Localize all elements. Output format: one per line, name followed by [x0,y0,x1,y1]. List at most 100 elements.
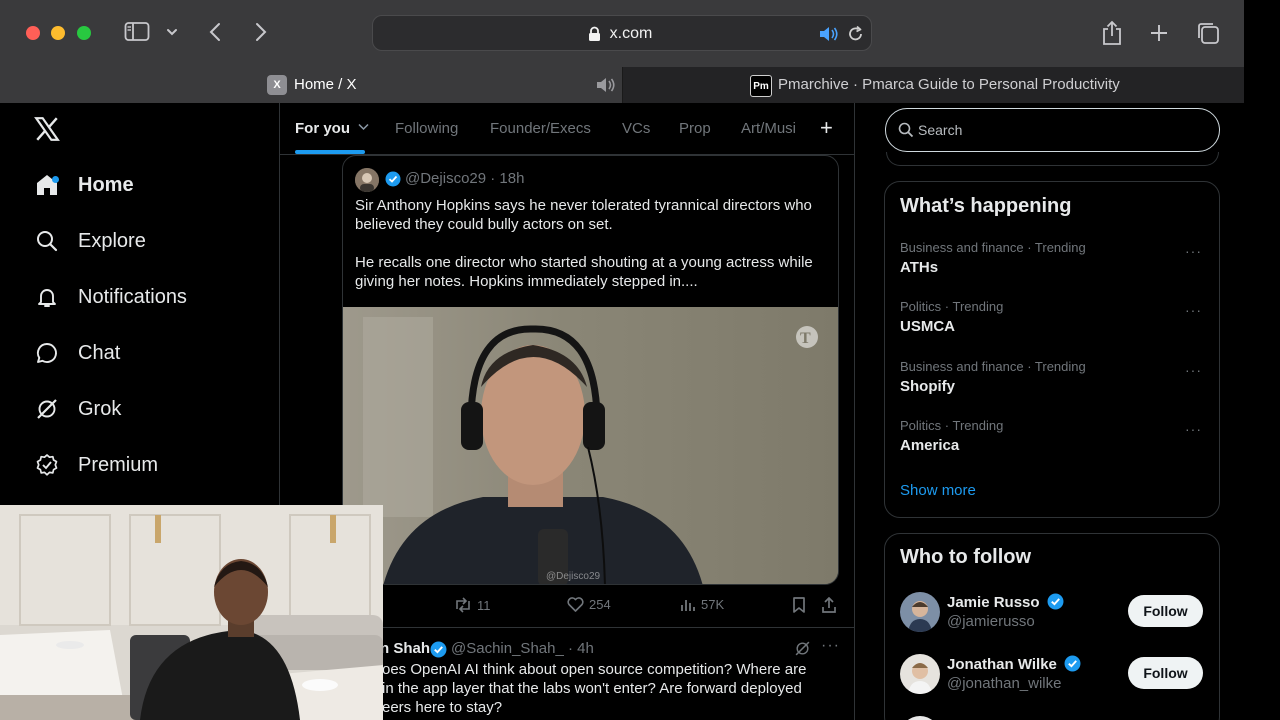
browser-chrome: x.com X Home / X Pm Pmarchive · Pmarca G… [0,0,1244,103]
who-to-follow-title: Who to follow [900,546,1032,568]
x-logo-icon[interactable] [34,116,60,147]
share-tweet-icon[interactable] [821,597,837,613]
svg-text:T: T [800,330,811,347]
tweet-paragraph: Sir Anthony Hopkins says he never tolera… [355,197,812,233]
more-options-icon[interactable]: ··· [1185,362,1202,378]
follow-name-text: Jamie Russo [947,594,1040,611]
more-options-icon[interactable]: ··· [821,637,840,655]
avatar[interactable] [900,592,940,632]
tab-audio-icon[interactable] [596,77,616,97]
avatar[interactable] [355,168,379,192]
verified-badge-icon [1064,655,1081,672]
trend-meta: Business and finance · Trending [900,359,1086,374]
tweet-handle-time[interactable]: @Sachin_Shah_ · 4h [451,640,594,657]
bell-icon [34,284,60,310]
video-frame: T [343,307,838,584]
grok-icon[interactable] [794,640,811,662]
tab-prop[interactable]: Prop [679,120,711,137]
more-options-icon[interactable]: ··· [1185,421,1202,437]
follow-handle: @jonathan_wilke [947,675,1062,692]
nav-grok[interactable]: Grok [34,389,121,429]
views-button[interactable]: 57K [680,597,724,612]
trending-card: What’s happening Business and finance · … [884,181,1220,518]
tab-title: Home / X [294,76,357,93]
chevron-down-icon[interactable] [165,25,179,39]
nav-chat[interactable]: Chat [34,333,120,373]
search-icon [898,122,914,143]
nav-label: Home [78,173,134,196]
bookmark-icon[interactable] [792,597,806,613]
forward-icon[interactable] [253,21,269,43]
more-options-icon[interactable]: ··· [1185,243,1202,259]
follow-button[interactable]: Follow [1128,595,1203,627]
more-options-icon[interactable]: ··· [1185,302,1202,318]
share-icon[interactable] [1101,20,1123,46]
close-window-button[interactable] [26,26,40,40]
heart-icon [567,597,584,612]
new-tab-icon[interactable] [1149,23,1169,43]
nav-premium[interactable]: Premium [34,445,158,485]
trend-name: Shopify [900,378,955,395]
retweet-count: 11 [477,597,491,613]
tweet-handle-time[interactable]: @Dejisco29 · 18h [405,170,524,187]
like-count: 254 [589,597,611,612]
back-icon[interactable] [207,21,223,43]
tab-title: Pmarchive · Pmarca Guide to Personal Pro… [778,76,1120,93]
tweet-author-name[interactable]: n Shah [380,640,430,657]
active-tab-indicator [295,150,365,154]
verified-badge-icon [1047,593,1064,610]
follow-handle: @jamierusso [947,613,1035,630]
trend-meta: Politics · Trending [900,418,1004,433]
tab-pmarchive[interactable]: Pm Pmarchive · Pmarca Guide to Personal … [622,67,1244,103]
tweet-text: oes OpenAI AI think about open source co… [382,661,807,716]
view-count: 57K [701,597,725,612]
tab-founder-execs[interactable]: Founder/Execs [490,120,591,137]
nav-label: Grok [78,397,122,420]
avatar[interactable] [900,654,940,694]
x-favicon: X [267,75,287,95]
nav-explore[interactable]: Explore [34,221,146,261]
add-tab-icon[interactable]: + [820,115,833,141]
premium-icon [34,452,60,478]
like-button[interactable]: 254 [567,597,611,612]
verified-badge-icon [385,171,401,192]
retweet-button[interactable]: 11 [454,597,491,613]
sidebar-toggle-icon[interactable] [124,21,150,43]
quoted-tweet[interactable]: @Dejisco29 · 18h Sir Anthony Hopkins say… [342,155,839,585]
chat-icon [34,340,60,366]
speaker-icon[interactable] [819,26,839,47]
chrome-edge [1244,0,1280,103]
nav-label: Notifications [78,285,187,308]
tweet-paragraph: He recalls one director who started shou… [355,254,813,290]
address-bar[interactable]: x.com [372,15,872,51]
tab-for-you[interactable]: For you [295,120,369,137]
follow-name: Jamie Russo [947,593,1064,611]
webcam-overlay [0,505,383,720]
tab-vcs[interactable]: VCs [622,120,650,137]
notification-dot [52,176,59,183]
tab-art-music[interactable]: Art/Musi [741,120,796,137]
follow-button[interactable]: Follow [1128,657,1203,689]
tab-following[interactable]: Following [395,120,458,137]
trend-name: ATHs [900,259,939,276]
minimize-window-button[interactable] [51,26,65,40]
url-text: x.com [609,25,653,42]
follow-name: Jonathan Wilke [947,655,1081,673]
search-placeholder: Search [918,122,963,138]
search-input[interactable]: Search [885,108,1220,152]
follow-name-text: Jonathan Wilke [947,656,1057,673]
video-watermark: @Dejisco29 [546,571,601,582]
avatar[interactable] [900,716,940,720]
zoom-window-button[interactable] [77,26,91,40]
tab-home-x[interactable]: X Home / X [0,67,622,103]
feed-tabs: For you Following Founder/Execs VCs Prop… [280,103,854,155]
nav-notifications[interactable]: Notifications [34,277,187,317]
nav-label: Explore [78,229,146,252]
reload-icon[interactable] [847,25,864,48]
retweet-icon [456,597,470,613]
tab-overview-icon[interactable] [1196,21,1220,45]
tab-label: For you [295,120,350,137]
show-more-link[interactable]: Show more [900,482,976,499]
tweet-video[interactable]: T @Dejisco29 [343,307,838,584]
nav-home[interactable]: Home [34,165,134,205]
